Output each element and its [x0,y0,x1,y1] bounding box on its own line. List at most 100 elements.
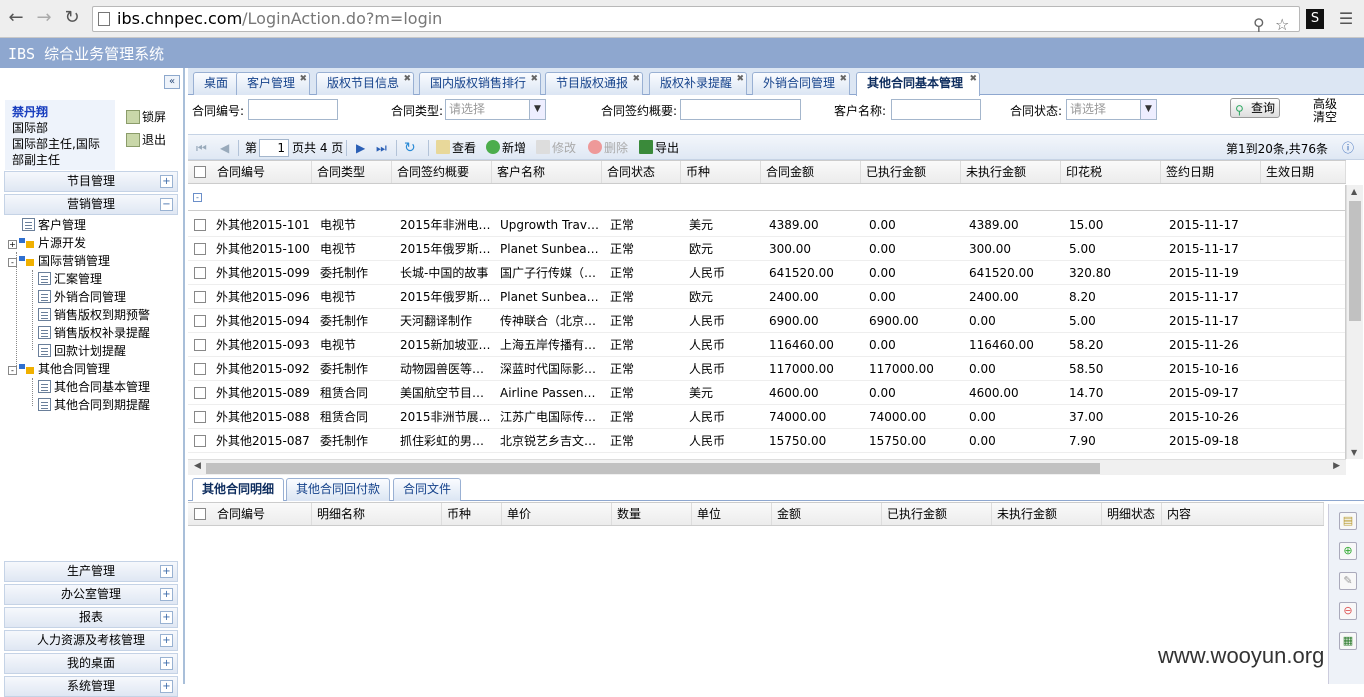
row-checkbox[interactable] [194,315,206,327]
delete-button[interactable]: 删除 [588,139,628,157]
collapse-icon[interactable]: - [8,366,17,375]
tab-copyright-bulletin[interactable]: 节目版权通报 ✖ [545,72,644,95]
expand-icon[interactable]: + [160,611,173,624]
section-program-management[interactable]: 节目管理 + [4,171,178,192]
table-row[interactable]: 外其他2015-096 电视节 2015年俄罗斯… Planet Sunbea… 正常 欧… [188,285,1345,309]
tab-desktop[interactable]: 桌面 [193,72,240,95]
excel-icon[interactable]: ▦ [1339,632,1357,650]
tree-item-customer-management[interactable]: 客户管理 [22,216,86,234]
row-checkbox[interactable] [194,387,206,399]
contract-type-select[interactable]: 请选择 ▼ [445,99,546,120]
close-icon[interactable]: ✖ [299,74,307,84]
tree-item-export-contract[interactable]: 外销合同管理 [38,288,126,306]
table-row[interactable]: 外其他2015-099 委托制作 长城-中国的故事 国广子行传媒（… 正常 人民币 6415… [188,261,1345,285]
close-icon[interactable]: ✖ [632,74,640,84]
dcol-content[interactable]: 内容 [1162,503,1324,525]
next-page-icon[interactable]: ▶ [356,139,365,157]
scroll-thumb[interactable] [1349,201,1361,321]
chevron-down-icon[interactable]: ▼ [529,100,545,119]
customer-name-input[interactable] [891,99,981,120]
tree-item-payment-plan-reminder[interactable]: 回款计划提醒 [38,342,126,360]
tab-contract-files[interactable]: 合同文件 [393,478,462,501]
tree-item-source-development[interactable]: + 片源开发 [8,234,86,252]
col-unexecuted[interactable]: 未执行金额 [961,161,1061,183]
dcol-item-name[interactable]: 明细名称 [312,503,442,525]
close-icon[interactable]: ✖ [403,74,411,84]
col-contract-no[interactable]: 合同编号 [212,161,312,183]
dcol-amount[interactable]: 金额 [772,503,882,525]
row-checkbox[interactable] [194,291,206,303]
back-icon[interactable]: ← [6,8,26,28]
dcol-currency[interactable]: 币种 [442,503,502,525]
tab-other-contract-basic[interactable]: 其他合同基本管理 ✖ [856,72,981,96]
col-contract-type[interactable]: 合同类型 [312,161,392,183]
table-row[interactable]: 外其他2015-094 委托制作 天河翻译制作 传神联合（北京… 正常 人民币 6900.0… [188,309,1345,333]
row-checkbox[interactable] [194,363,206,375]
expand-icon[interactable]: + [160,565,173,578]
expand-icon[interactable]: + [8,240,17,249]
section-my-desktop[interactable]: 我的桌面 + [4,653,178,674]
tree-item-intl-marketing[interactable]: - 国际营销管理 [8,252,110,270]
dcol-executed[interactable]: 已执行金额 [882,503,992,525]
extension-icon[interactable]: S [1306,9,1324,29]
collapse-sidebar-button[interactable]: « [164,75,180,89]
dcol-unit[interactable]: 单位 [692,503,772,525]
section-marketing-management[interactable]: 营销管理 − [4,194,178,215]
first-page-icon[interactable]: ⏮ [196,139,207,157]
address-bar[interactable]: ibs.chnpec.com/LoginAction.do?m=login ⚲ … [92,6,1300,34]
close-icon[interactable]: ✖ [839,74,847,84]
page-number-input[interactable]: 1 [259,139,289,157]
table-row[interactable]: 外其他2015-100 电视节 2015年俄罗斯… Planet Sunbea… 正常 欧… [188,237,1345,261]
close-icon[interactable]: ✖ [736,74,744,84]
expand-icon[interactable]: + [160,588,173,601]
lock-screen-button[interactable]: 锁屏 [126,108,172,126]
add-icon[interactable]: ⊕ [1339,542,1357,560]
row-checkbox[interactable] [194,219,206,231]
detail-select-all-checkbox[interactable] [194,508,206,520]
reload-icon[interactable]: ↻ [62,8,82,28]
col-stamp-tax[interactable]: 印花税 [1061,161,1161,183]
row-checkbox[interactable] [194,243,206,255]
horizontal-scrollbar[interactable]: ◀ ▶ [188,459,1346,475]
chevron-down-icon[interactable]: ▼ [1140,100,1156,119]
select-all-checkbox[interactable] [194,166,206,178]
col-executed[interactable]: 已执行金额 [861,161,961,183]
vertical-scrollbar[interactable]: ▲ ▼ [1346,185,1363,459]
prev-page-icon[interactable]: ◀ [220,139,229,157]
collapse-icon[interactable]: - [193,193,202,202]
add-button[interactable]: 新增 [486,139,526,157]
expand-icon[interactable]: + [160,175,173,188]
contract-no-input[interactable] [248,99,338,120]
table-row[interactable]: 外其他2015-087 委托制作 抓住彩虹的男… 北京锐艺乡吉文… 正常 人民币 15750… [188,429,1345,453]
contract-status-select[interactable]: 请选择 ▼ [1066,99,1157,120]
expand-icon[interactable]: + [160,680,173,693]
view-icon[interactable]: ▤ [1339,512,1357,530]
summary-input[interactable] [680,99,801,120]
refresh-icon[interactable]: ↻ [404,139,416,157]
section-production[interactable]: 生产管理 + [4,561,178,582]
collapse-icon[interactable]: − [160,198,173,211]
expand-icon[interactable]: + [160,657,173,670]
dcol-contract-no[interactable]: 合同编号 [212,503,312,525]
tree-item-other-contract-expiry[interactable]: 其他合同到期提醒 [38,396,150,414]
dcol-unexecuted[interactable]: 未执行金额 [992,503,1102,525]
table-row[interactable]: 外其他2015-089 租赁合同 美国航空节目… Airline Passeng… 正常… [188,381,1345,405]
expand-icon[interactable]: + [160,634,173,647]
logout-button[interactable]: 退出 [126,131,172,149]
menu-icon[interactable]: ☰ [1336,9,1356,29]
tree-item-copyright-expiry-warning[interactable]: 销售版权到期预警 [38,306,150,324]
view-button[interactable]: 查看 [436,139,476,157]
tab-contract-payment[interactable]: 其他合同回付款 [286,478,391,501]
tree-item-copyright-supplement[interactable]: 销售版权补录提醒 [38,324,150,342]
section-reports[interactable]: 报表 + [4,607,178,628]
tab-domestic-sales-ranking[interactable]: 国内版权销售排行 ✖ [419,72,542,95]
col-summary[interactable]: 合同签约概要 [392,161,492,183]
tab-contract-detail[interactable]: 其他合同明细 [192,478,285,501]
row-checkbox[interactable] [194,267,206,279]
tab-customer-management[interactable]: 客户管理 ✖ [236,72,311,95]
forward-icon[interactable]: → [34,8,54,28]
table-row[interactable]: 外其他2015-101 电视节 2015年非洲电… Upgrowth Trave… 正常… [188,213,1345,237]
col-currency[interactable]: 币种 [681,161,761,183]
last-page-icon[interactable]: ⏭ [376,139,387,157]
col-status[interactable]: 合同状态 [602,161,681,183]
